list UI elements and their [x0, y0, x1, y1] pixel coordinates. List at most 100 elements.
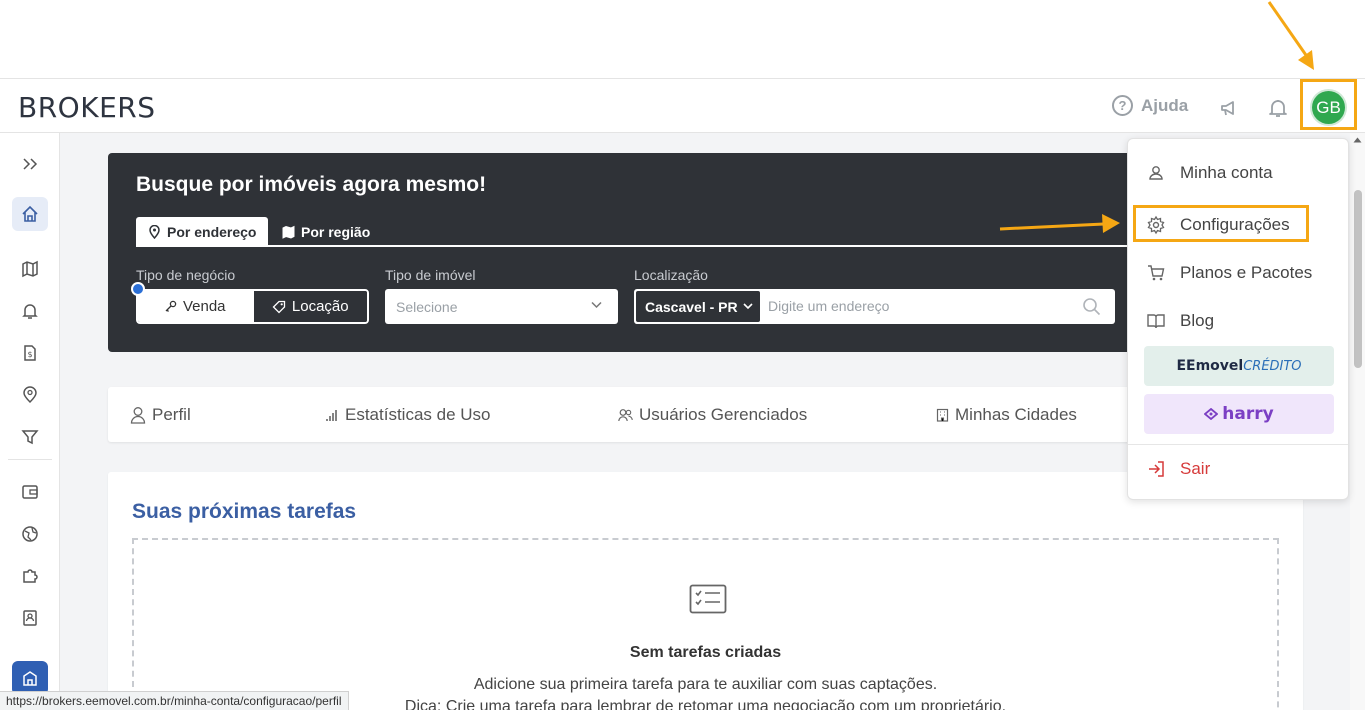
- menu-separator: [1128, 444, 1348, 445]
- menu-item-harry[interactable]: harry: [1144, 394, 1334, 434]
- app-header: BROKERS ? Ajuda GB: [0, 78, 1365, 133]
- logout-icon: [1149, 461, 1164, 477]
- tab-managed-users-label: Usuários Gerenciados: [639, 405, 808, 424]
- property-type-select[interactable]: Selecione: [385, 289, 618, 324]
- sidebar-item-portals[interactable]: [12, 517, 48, 551]
- sidebar-item-owners[interactable]: [12, 378, 48, 412]
- map-icon: [282, 225, 295, 239]
- profile-tabs-bar: Perfil Estatísticas de Uso Usuários Gere…: [108, 387, 1158, 442]
- sidebar-item-contacts[interactable]: [12, 601, 48, 635]
- scrollbar-thumb[interactable]: [1354, 190, 1362, 368]
- help-button[interactable]: ? Ajuda: [1112, 95, 1188, 116]
- user-icon: [130, 407, 146, 424]
- search-tabs: Por endereço Por região: [136, 217, 1146, 247]
- menu-item-blog[interactable]: Blog: [1146, 311, 1214, 331]
- map-pin-icon: [149, 225, 160, 239]
- annotation-arrow-to-avatar: [1267, 1, 1314, 70]
- harry-logo-icon: [1204, 408, 1219, 420]
- sidebar-divider: [8, 459, 52, 460]
- brokers-logo[interactable]: BROKERS: [18, 91, 155, 124]
- location-field: Cascavel - PR Digite um endereço: [634, 289, 1115, 324]
- bell-icon[interactable]: [1267, 97, 1289, 119]
- contact-card-icon: [23, 610, 37, 626]
- menu-item-plans-label: Planos e Pacotes: [1180, 263, 1313, 282]
- account-dropdown-menu: Minha conta Configurações Planos e Pacot…: [1127, 138, 1349, 500]
- globe-icon: [22, 526, 38, 542]
- address-input[interactable]: Digite um endereço: [768, 298, 889, 314]
- help-icon: ?: [1112, 95, 1133, 116]
- business-option-rent[interactable]: Locação: [251, 291, 367, 322]
- help-label: Ajuda: [1141, 95, 1189, 115]
- user-avatar-button[interactable]: GB: [1312, 91, 1345, 124]
- sidebar-item-filter[interactable]: [12, 420, 48, 454]
- sidebar-item-wallet[interactable]: [12, 475, 48, 509]
- menu-item-my-account-label: Minha conta: [1180, 163, 1273, 182]
- svg-text:$: $: [27, 350, 32, 359]
- eemovel-brand: EEmovel: [1176, 358, 1244, 374]
- users-icon: [618, 409, 633, 422]
- business-type-label: Tipo de negócio: [136, 267, 236, 283]
- user-icon: [1149, 166, 1163, 180]
- sidebar-item-buildings[interactable]: [12, 661, 48, 695]
- business-option-rent-label: Locação: [291, 298, 349, 315]
- menu-item-eemovel-credito[interactable]: EEmovel CRÉDITO: [1144, 346, 1334, 386]
- key-icon: [165, 300, 177, 312]
- city-value: Cascavel - PR: [645, 298, 738, 315]
- city-select[interactable]: Cascavel - PR: [636, 291, 760, 322]
- search-icon[interactable]: [1082, 297, 1101, 316]
- tab-usage-stats[interactable]: Estatísticas de Uso: [326, 405, 491, 425]
- wallet-icon: [22, 485, 38, 499]
- scroll-up-arrow-icon[interactable]: [1353, 137, 1362, 143]
- sidebar-item-alerts[interactable]: [12, 294, 48, 328]
- sidebar-item-map[interactable]: [12, 252, 48, 286]
- business-option-sale[interactable]: Venda: [138, 291, 252, 322]
- tab-by-address[interactable]: Por endereço: [136, 217, 269, 247]
- tab-profile[interactable]: Perfil: [130, 405, 191, 425]
- avatar-highlight-box: GB: [1300, 79, 1357, 130]
- settings-highlight-box: [1133, 205, 1309, 242]
- menu-item-my-account[interactable]: Minha conta: [1146, 163, 1273, 183]
- tab-by-region[interactable]: Por região: [272, 217, 382, 247]
- sidebar: $: [0, 133, 60, 710]
- tab-managed-users[interactable]: Usuários Gerenciados: [618, 405, 807, 425]
- filter-icon: [21, 430, 39, 445]
- business-type-toggle: Venda Locação: [136, 289, 369, 324]
- status-bar-url: https://brokers.eemovel.com.br/minha-con…: [0, 691, 349, 710]
- megaphone-icon[interactable]: [1218, 97, 1240, 119]
- sidebar-item-home[interactable]: [12, 197, 48, 231]
- bell-icon: [22, 304, 38, 319]
- sidebar-item-finance[interactable]: $: [12, 336, 48, 370]
- bar-chart-icon: [326, 409, 337, 421]
- tab-by-region-label: Por região: [301, 224, 371, 240]
- tab-by-address-label: Por endereço: [167, 224, 257, 240]
- sidebar-item-integrations[interactable]: [12, 559, 48, 593]
- menu-item-logout[interactable]: Sair: [1146, 459, 1210, 479]
- tab-usage-stats-label: Estatísticas de Uso: [345, 405, 491, 424]
- top-blank-area: [0, 0, 1365, 78]
- chevron-down-icon: [743, 303, 753, 310]
- tag-icon: [272, 300, 286, 313]
- cart-icon: [1148, 265, 1165, 281]
- map-icon: [22, 260, 38, 278]
- tab-my-cities[interactable]: Minhas Cidades: [936, 405, 1077, 425]
- tasks-empty-area: Sem tarefas criadas Adicione sua primeir…: [132, 538, 1279, 710]
- tab-my-cities-label: Minhas Cidades: [955, 405, 1077, 424]
- building-icon: [936, 408, 949, 422]
- search-title: Busque por imóveis agora mesmo!: [136, 173, 487, 196]
- annotation-arrow-to-settings: [999, 214, 1120, 233]
- task-list-icon: [689, 584, 727, 614]
- harry-label: harry: [1222, 404, 1274, 424]
- selected-check-icon: [131, 282, 145, 296]
- book-icon: [1147, 314, 1165, 329]
- business-option-sale-label: Venda: [182, 298, 226, 315]
- menu-item-plans[interactable]: Planos e Pacotes: [1146, 263, 1312, 283]
- sidebar-expand-button[interactable]: [12, 147, 48, 181]
- puzzle-icon: [23, 569, 38, 583]
- page-scrollbar[interactable]: [1350, 133, 1365, 710]
- property-type-label: Tipo de imóvel: [385, 267, 476, 283]
- next-tasks-card: Suas próximas tarefas Sem tarefas criada…: [108, 472, 1303, 710]
- credito-word: CRÉDITO: [1243, 358, 1302, 374]
- building-icon: [23, 671, 37, 686]
- tasks-title: Suas próximas tarefas: [132, 500, 357, 523]
- map-pin-user-icon: [23, 386, 37, 404]
